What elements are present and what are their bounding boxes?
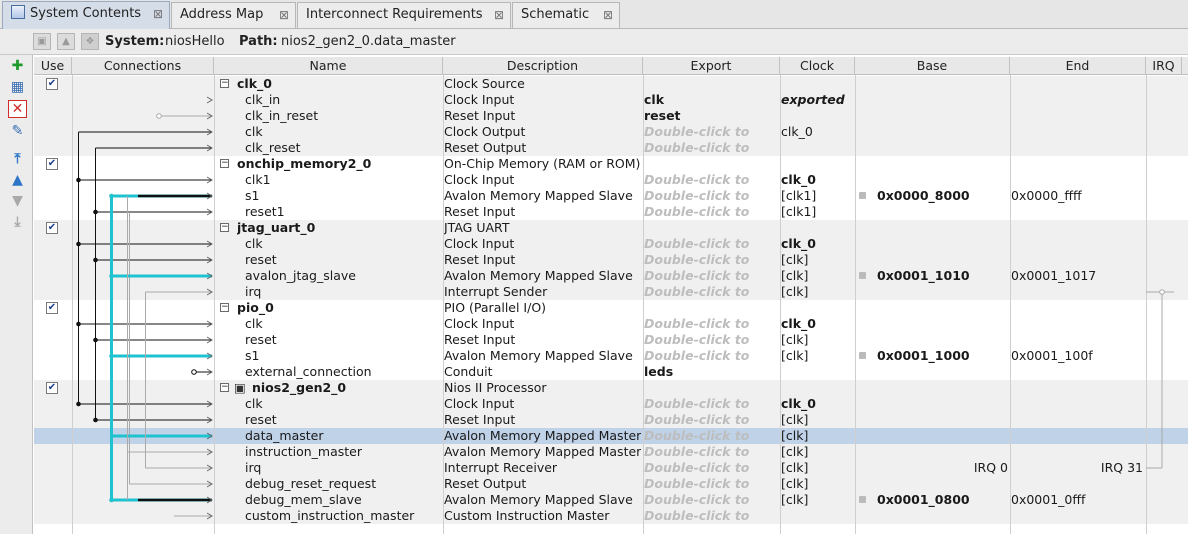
move-bottom-icon[interactable]: ⤓: [8, 213, 27, 231]
edit-icon[interactable]: ✎: [8, 122, 27, 140]
path-value: nios2_gen2_0.data_master: [281, 34, 456, 49]
connection-dot: [109, 193, 114, 199]
connection-dot: [109, 273, 114, 279]
add-icon[interactable]: ✚: [8, 57, 27, 75]
connection-dot: [1159, 289, 1165, 295]
system-path-bar: ▣ ▲ ❖ System: niosHello Path: nios2_gen2…: [0, 29, 1188, 55]
connection-dot: [76, 177, 81, 183]
system-contents-table: Use Connections Name Description Export …: [34, 57, 1188, 534]
close-icon[interactable]: ⊠: [153, 2, 163, 26]
go-up-button[interactable]: ▲: [57, 33, 75, 50]
close-icon[interactable]: ⊠: [279, 3, 289, 27]
connection-dot: [93, 417, 98, 423]
connection-arrow: [206, 96, 213, 104]
go-top-button[interactable]: ▣: [33, 33, 51, 50]
tab-interconnect-requirements[interactable]: Interconnect Requirements ⊠: [297, 2, 511, 28]
system-name: niosHello: [165, 34, 225, 49]
close-icon[interactable]: ⊠: [603, 3, 613, 27]
connection-dot: [76, 241, 81, 247]
connection-dot: [93, 337, 98, 343]
remove-icon[interactable]: ✕: [8, 100, 27, 118]
tab-system-contents[interactable]: System Contents ⊠: [2, 1, 170, 29]
move-up-icon[interactable]: ▲: [8, 171, 27, 189]
tab-label: System Contents: [30, 6, 142, 21]
connection-dot: [93, 257, 98, 263]
system-label: System:: [105, 34, 165, 49]
tab-label: Schematic: [521, 7, 590, 22]
tab-label: Interconnect Requirements: [306, 7, 483, 22]
connection-dot: [76, 321, 81, 327]
toolbar-sidebar: ✚ ▦ ✕ ✎ ⤒ ▲ ▼ ⤓: [0, 55, 33, 534]
tab-bar: System Contents ⊠ Address Map ⊠ Intercon…: [0, 0, 1188, 29]
close-icon[interactable]: ⊠: [494, 3, 504, 27]
move-down-icon[interactable]: ▼: [8, 192, 27, 210]
tab-label: Address Map: [180, 7, 264, 22]
path-label: Path:: [239, 34, 278, 49]
connection-dot: [93, 209, 98, 215]
move-top-icon[interactable]: ⤒: [8, 150, 27, 168]
system-icon: ❖: [81, 33, 99, 50]
connection-dot: [109, 497, 114, 503]
tab-address-map[interactable]: Address Map ⊠: [171, 2, 296, 28]
connection-dot: [76, 401, 81, 407]
connection-dot: [156, 113, 162, 119]
hierarchy-icon[interactable]: ▦: [8, 78, 27, 96]
tab-schematic[interactable]: Schematic ⊠: [512, 2, 620, 28]
system-contents-icon: [11, 5, 25, 19]
connection-dot: [109, 353, 114, 359]
connections-graph: [72, 75, 1174, 534]
connection-dot: [191, 369, 197, 375]
